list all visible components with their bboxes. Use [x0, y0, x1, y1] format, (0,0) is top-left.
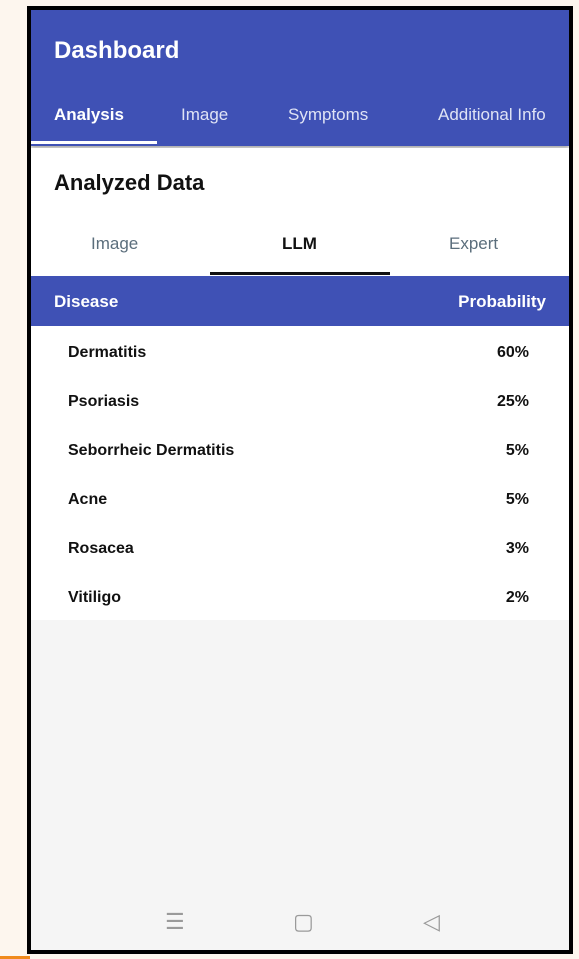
table-row: Psoriasis 25% — [31, 375, 569, 424]
app-bar: Dashboard Analysis Image Symptoms Additi… — [31, 10, 569, 146]
analyzed-data-card: Analyzed Data Image LLM Expert — [31, 148, 569, 276]
table-header: Disease Probability — [31, 276, 569, 326]
tab-indicator — [31, 141, 157, 144]
disease-name: Acne — [68, 491, 108, 508]
table-row: Dermatitis 60% — [31, 326, 569, 375]
disease-name: Vitiligo — [68, 589, 122, 606]
page-title: Dashboard — [54, 37, 180, 64]
tab-additional-info[interactable]: Additional Info — [438, 98, 546, 143]
section-title: Analyzed Data — [54, 170, 205, 195]
subtab-image[interactable]: Image — [91, 234, 138, 254]
table-row: Vitiligo 2% — [31, 571, 569, 620]
disease-probability: 60% — [496, 344, 529, 361]
tab-image[interactable]: Image — [181, 98, 228, 143]
disease-probability: 3% — [505, 540, 529, 557]
back-icon[interactable]: ◁ — [423, 909, 440, 935]
column-header-disease: Disease — [54, 292, 119, 311]
disease-probability: 5% — [505, 491, 529, 508]
disease-name: Psoriasis — [68, 393, 140, 410]
subtab-indicator — [210, 272, 390, 275]
disease-name: Rosacea — [68, 540, 134, 557]
subtab-expert[interactable]: Expert — [449, 234, 498, 254]
table-row: Rosacea 3% — [31, 522, 569, 571]
tab-analysis[interactable]: Analysis — [54, 98, 124, 143]
disease-probability: 5% — [505, 442, 529, 459]
disease-probability: 25% — [496, 393, 529, 410]
tab-symptoms[interactable]: Symptoms — [288, 98, 368, 143]
main-tab-bar: Analysis Image Symptoms Additional Info — [31, 98, 569, 146]
app-screen: Dashboard Analysis Image Symptoms Additi… — [31, 10, 569, 950]
system-nav-bar: ☰ ▢ ◁ — [31, 896, 569, 950]
subtab-llm[interactable]: LLM — [282, 234, 317, 254]
phone-frame: Dashboard Analysis Image Symptoms Additi… — [27, 6, 573, 954]
disease-name: Dermatitis — [68, 344, 147, 361]
table-row: Seborrheic Dermatitis 5% — [31, 424, 569, 473]
home-icon[interactable]: ▢ — [293, 909, 314, 935]
disease-probability: 2% — [505, 589, 529, 606]
table-row: Acne 5% — [31, 473, 569, 522]
menu-icon[interactable]: ☰ — [165, 909, 185, 935]
disease-table: Dermatitis 60% Psoriasis 25% Seborrheic … — [31, 326, 569, 620]
column-header-probability: Probability — [458, 292, 546, 311]
disease-name: Seborrheic Dermatitis — [68, 442, 235, 459]
